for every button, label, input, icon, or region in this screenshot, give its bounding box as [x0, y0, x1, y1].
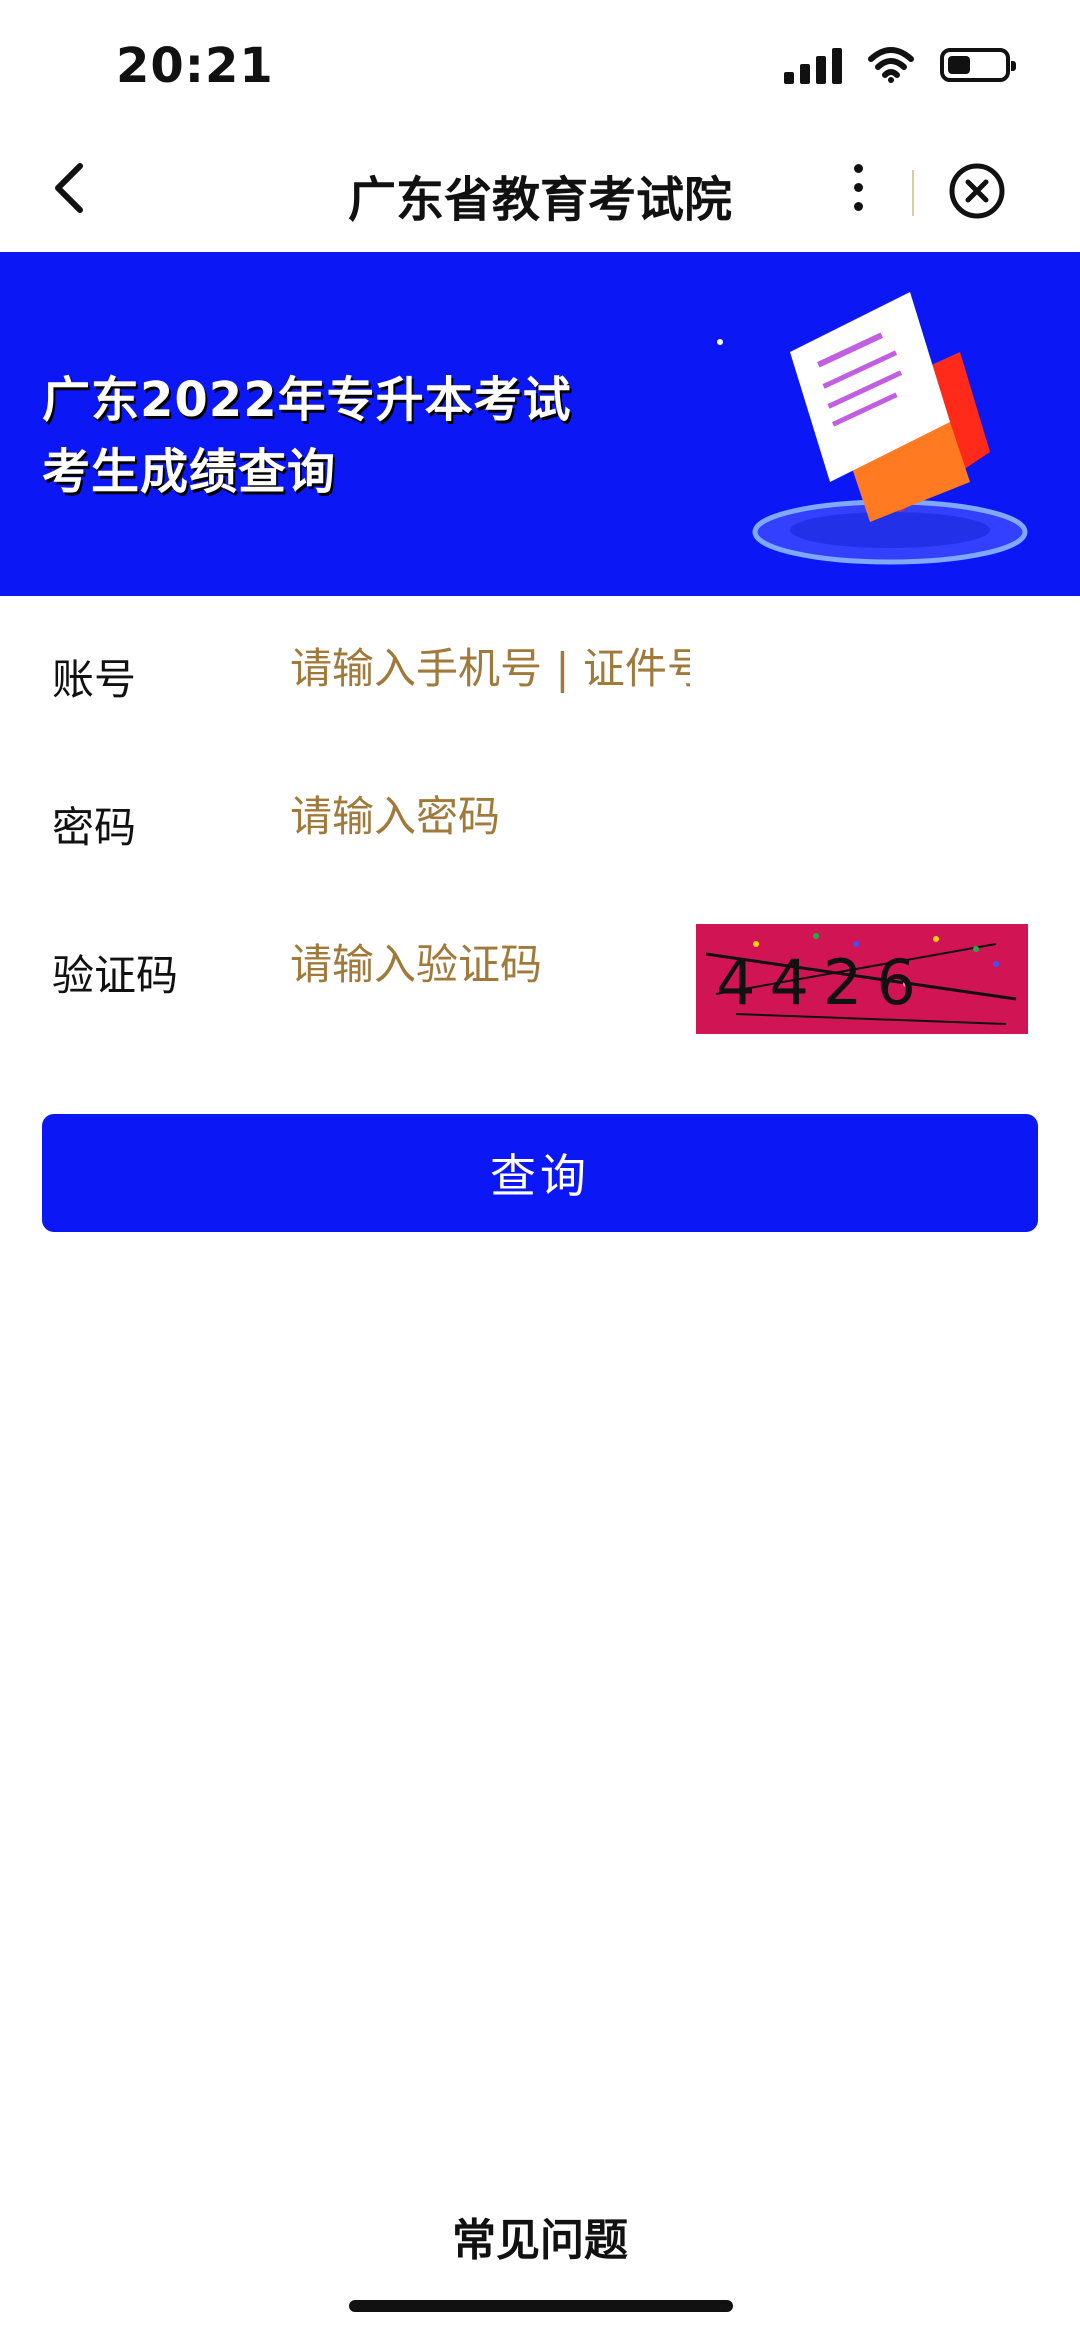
close-icon[interactable] — [948, 162, 1006, 220]
faq-link[interactable]: 常见问题 — [0, 2204, 1080, 2268]
account-label: 账号 — [52, 655, 137, 704]
status-icons — [784, 46, 1016, 84]
battery-level — [948, 56, 970, 74]
account-row: 账号 — [0, 614, 1080, 724]
captcha-image[interactable]: 4426 — [696, 924, 1028, 1034]
query-button[interactable]: 查询 — [42, 1114, 1038, 1232]
page-title: 广东省教育考试院 — [347, 172, 732, 228]
captcha-noise: 4426 — [705, 933, 1017, 1025]
cellular-signal-icon — [784, 46, 842, 84]
nav-divider — [912, 170, 914, 216]
nav-bar: 广东省教育考试院 — [0, 130, 1080, 252]
captcha-input[interactable] — [290, 934, 670, 994]
status-time: 20:21 — [116, 38, 274, 94]
captcha-row: 验证码 4426 — [0, 910, 1080, 1034]
status-bar: 20:21 — [0, 0, 1080, 130]
banner-title-line1: 广东2022年专升本考试 — [42, 372, 572, 428]
more-icon[interactable] — [838, 152, 878, 222]
password-label: 密码 — [52, 803, 137, 852]
password-input[interactable] — [290, 786, 690, 846]
captcha-text: 4426 — [716, 946, 930, 1019]
password-row: 密码 — [0, 762, 1080, 872]
wifi-icon — [868, 47, 914, 83]
banner-title-line2: 考生成绩查询 — [42, 444, 337, 500]
home-indicator[interactable] — [349, 2300, 733, 2312]
exam-paper-illustration — [717, 292, 1028, 565]
battery-icon — [940, 48, 1016, 82]
account-input[interactable] — [290, 638, 690, 698]
banner: 广东2022年专升本考试 考生成绩查询 — [0, 252, 1080, 596]
captcha-label: 验证码 — [52, 951, 179, 1000]
